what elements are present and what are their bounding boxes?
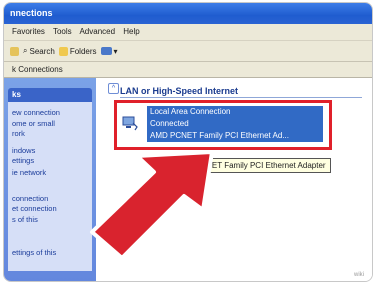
pointer-arrow-icon [90, 150, 214, 260]
